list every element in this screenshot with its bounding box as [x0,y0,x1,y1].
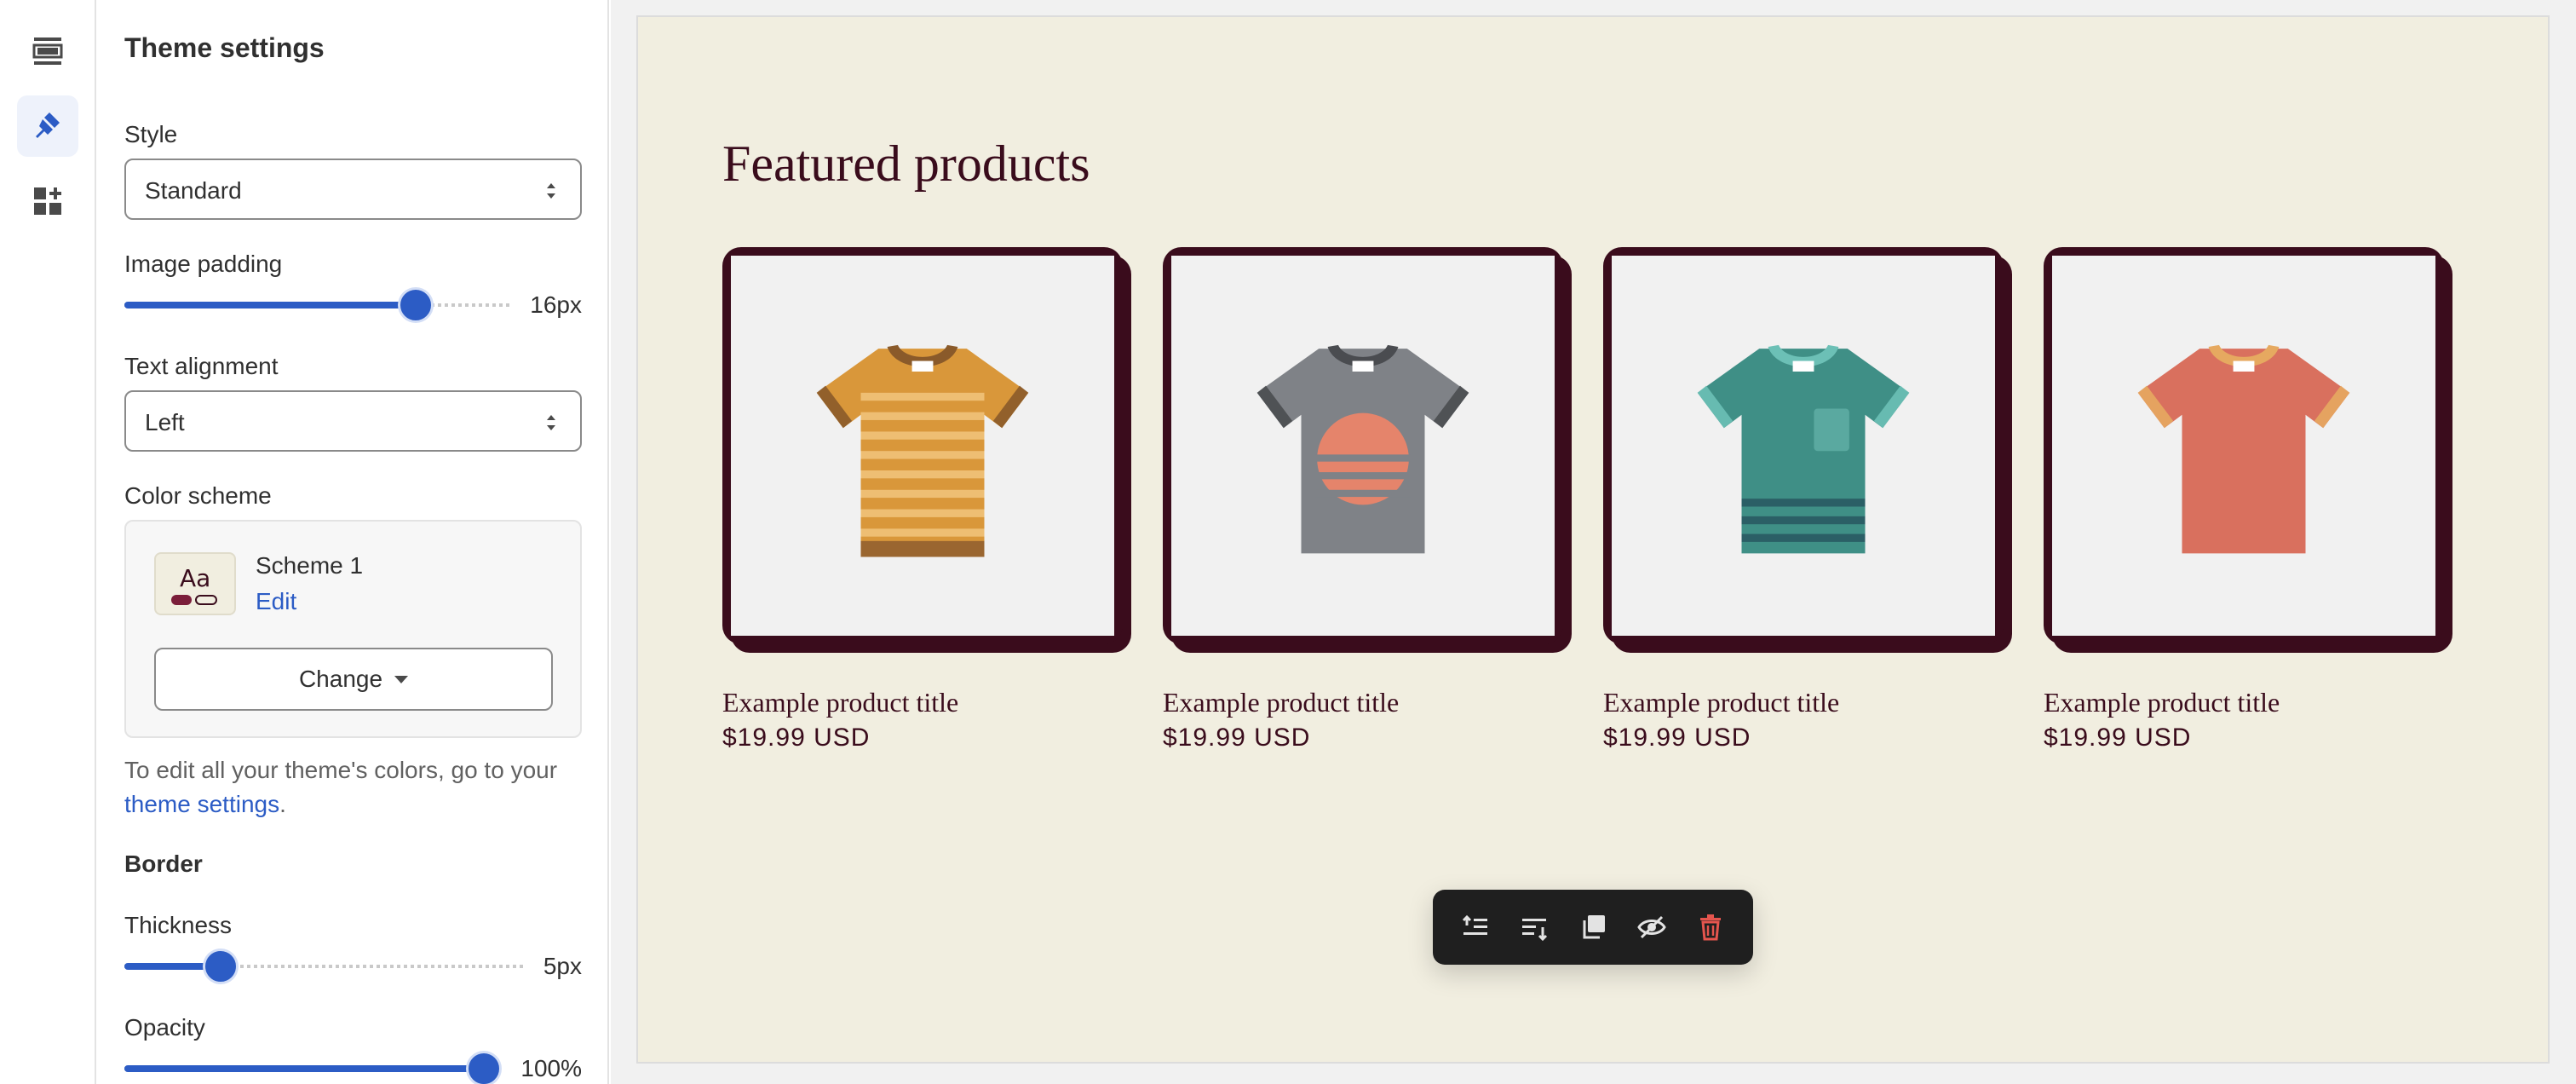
delete-button[interactable] [1687,903,1734,951]
paint-brush-icon [36,112,60,138]
product-price: $19.99 USD [722,724,871,752]
rail-app-blocks-button[interactable] [17,170,78,232]
panel-title: Theme settings [124,32,325,63]
product-title[interactable]: Example product title [722,687,1131,718]
product-price: $19.99 USD [1603,724,1751,752]
select-arrows-icon [547,415,555,430]
image-padding-slider[interactable] [124,288,509,322]
scheme-swatch-text: Aa [180,564,211,592]
scheme-name: Scheme 1 [256,552,364,579]
product-image[interactable] [1603,247,2012,653]
product-price: $19.99 USD [2044,724,2192,752]
icon-rail [0,0,96,1084]
product-card[interactable]: Example product title $19.99 USD [722,247,1131,752]
product-title[interactable]: Example product title [1163,687,1572,718]
add-app-block-icon [34,187,61,215]
image-padding-label: Image padding [124,251,283,277]
slider-thumb[interactable] [400,290,431,320]
help-text: To edit all your theme's colors, go to y… [124,757,558,783]
sections-icon [32,37,63,65]
move-down-button[interactable] [1510,903,1558,951]
product-card[interactable]: Example product title $19.99 USD [1603,247,2012,752]
product-image[interactable] [2044,247,2452,653]
product-image[interactable] [722,247,1131,653]
hide-button[interactable] [1628,903,1676,951]
hide-icon [1637,915,1666,939]
color-scheme-card: Aa Scheme 1 Edit Change [124,520,582,738]
duplicate-icon [1583,915,1605,939]
opacity-slider[interactable] [124,1052,499,1084]
scheme-edit-link[interactable]: Edit [256,588,296,615]
product-title[interactable]: Example product title [2044,687,2452,718]
product-card[interactable]: Example product title $19.99 USD [1163,247,1572,752]
color-help-text: To edit all your theme's colors, go to y… [124,753,584,822]
move-up-icon [1463,914,1488,935]
product-image-area [1612,256,1995,636]
settings-panel: Theme settings Style Standard Image padd… [96,0,609,1084]
thickness-value: 5px [543,953,582,979]
section-heading: Featured products [722,136,1090,192]
product-card[interactable]: Example product title $19.99 USD [2044,247,2452,752]
rail-sections-button[interactable] [17,20,78,82]
product-image-area [731,256,1114,636]
scheme-swatch[interactable]: Aa [154,552,236,615]
product-title[interactable]: Example product title [1603,687,2012,718]
help-text-end: . [279,791,286,817]
move-down-icon [1522,919,1548,942]
delete-icon [1699,914,1721,941]
style-select-value: Standard [145,177,242,204]
product-image-area [1171,256,1555,636]
style-select[interactable]: Standard [124,159,582,220]
move-up-button[interactable] [1452,903,1499,951]
select-arrows-icon [547,183,555,199]
section-toolbar [1433,890,1753,965]
thickness-slider[interactable] [124,949,525,983]
duplicate-button[interactable] [1569,903,1617,951]
rail-theme-settings-button[interactable] [17,95,78,157]
text-alignment-label: Text alignment [124,353,279,379]
text-alignment-select[interactable]: Left [124,390,582,452]
change-scheme-button[interactable]: Change [154,648,553,711]
change-scheme-label: Change [298,666,383,692]
text-alignment-value: Left [145,409,185,435]
theme-settings-link[interactable]: theme settings [124,791,279,817]
tshirt-icon [816,344,1029,557]
slider-thumb[interactable] [469,1053,499,1084]
opacity-label: Opacity [124,1014,205,1041]
tshirt-icon [2137,344,2350,554]
border-heading: Border [124,850,203,877]
product-image[interactable] [1163,247,1572,653]
product-price: $19.99 USD [1163,724,1311,752]
style-label: Style [124,121,178,147]
slider-fill [124,302,416,308]
tshirt-icon [1697,344,1910,554]
slider-thumb[interactable] [205,951,236,982]
tshirt-icon [1256,344,1469,554]
scheme-swatch-primary [171,595,192,605]
thickness-label: Thickness [124,912,233,938]
opacity-value: 100% [520,1055,582,1081]
product-image-area [2052,256,2435,636]
color-scheme-label: Color scheme [124,482,272,509]
slider-fill [124,1065,484,1072]
image-padding-value: 16px [530,291,582,318]
caret-down-icon [394,675,409,683]
scheme-swatch-secondary [195,595,217,605]
